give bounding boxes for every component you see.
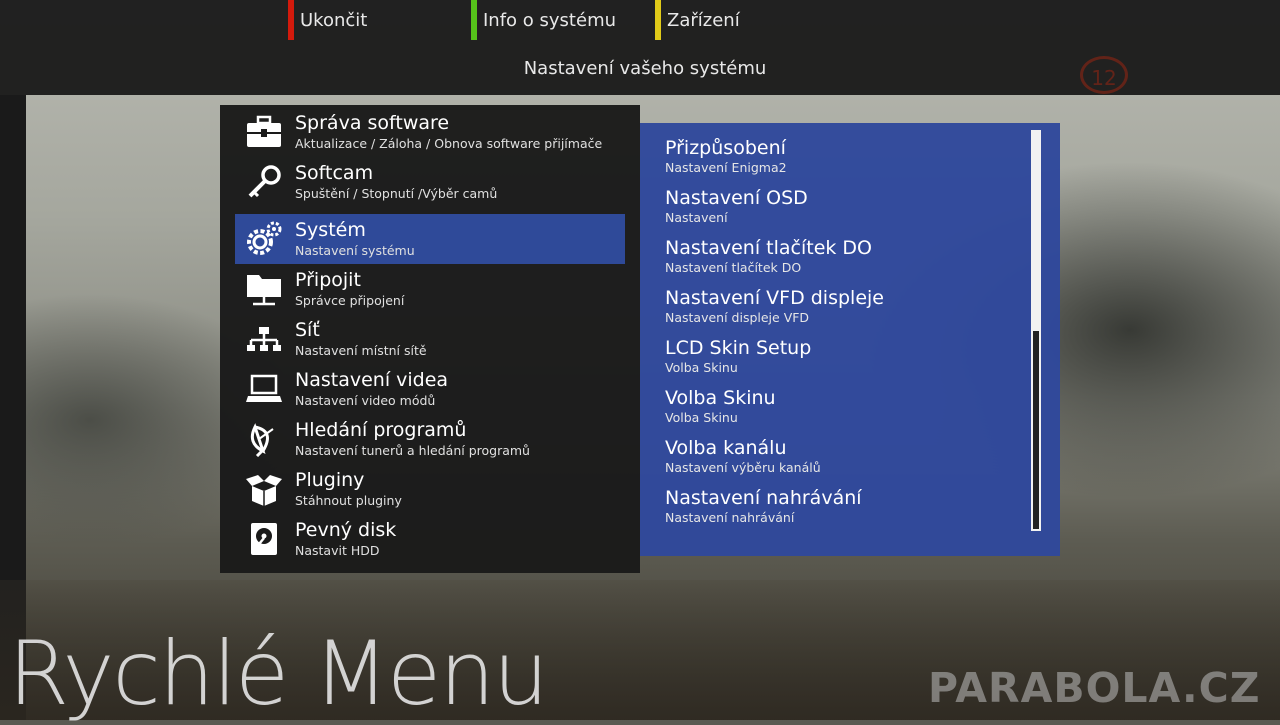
submenu-scrollbar[interactable] — [1031, 130, 1041, 531]
red-key-label: Ukončit — [300, 9, 368, 31]
submenu-item-title: Volba kanálu — [665, 437, 787, 459]
menu-item-software-management[interactable]: Správa software Aktualizace / Záloha / O… — [235, 107, 625, 157]
key-icon — [248, 165, 281, 198]
green-key-system-info[interactable]: Info o systému — [471, 0, 616, 40]
submenu-item-vfd-display[interactable]: Nastavení VFD displeje Nastavení displej… — [665, 273, 1025, 325]
submenu-item-recording-settings[interactable]: Nastavení nahrávání Nastavení nahrávání — [665, 473, 1025, 525]
menu-item-title: Připojit — [295, 269, 361, 291]
menu-item-subtitle: Aktualizace / Záloha / Obnova software p… — [295, 136, 603, 151]
submenu-item-title: Nastavení tlačítek DO — [665, 237, 873, 259]
main-menu-panel: Správa software Aktualizace / Záloha / O… — [220, 105, 640, 573]
menu-item-title: Systém — [295, 219, 366, 241]
channel-watermark: PARABOLA.CZ — [928, 664, 1261, 712]
menu-item-subtitle: Nastavení systému — [295, 243, 415, 258]
menu-item-title: Pevný disk — [295, 519, 397, 541]
submenu-item-lcd-skin[interactable]: LCD Skin Setup Volba Skinu — [665, 323, 1025, 375]
menu-item-hard-disk[interactable]: Pevný disk Nastavit HDD — [235, 514, 625, 564]
submenu-panel: Přizpůsobení Nastavení Enigma2 Nastavení… — [640, 123, 1060, 556]
network-icon — [247, 327, 281, 351]
menu-item-subtitle: Nastavení tunerů a hledání programů — [295, 443, 530, 458]
menu-item-title: Síť — [295, 319, 320, 341]
menu-item-title: Softcam — [295, 162, 374, 184]
green-key-stripe — [471, 0, 477, 40]
red-key-stripe — [288, 0, 294, 40]
submenu-item-customize[interactable]: Přizpůsobení Nastavení Enigma2 — [665, 123, 1025, 175]
menu-item-softcam[interactable]: Softcam Spuštění / Stopnutí /Výběr camů — [235, 157, 625, 207]
menu-item-plugins[interactable]: Pluginy Stáhnout pluginy — [235, 464, 625, 514]
gears-icon — [247, 221, 282, 255]
menu-item-mount[interactable]: Připojit Správce připojení — [235, 264, 625, 314]
submenu-item-remote-buttons[interactable]: Nastavení tlačítek DO Nastavení tlačítek… — [665, 223, 1025, 275]
menu-item-subtitle: Nastavení místní sítě — [295, 343, 427, 358]
submenu-item-subtitle: Nastavení nahrávání — [665, 510, 795, 525]
channel-number-badge: 12 — [1080, 56, 1128, 94]
menu-item-title: Správa software — [295, 112, 450, 134]
yellow-key-label: Zařízení — [667, 9, 740, 31]
menu-item-video-settings[interactable]: Nastavení videa Nastavení video módů — [235, 364, 625, 414]
open-box-icon — [246, 475, 282, 506]
submenu-item-skin-select[interactable]: Volba Skinu Volba Skinu — [665, 373, 1025, 425]
hard-disk-icon — [251, 523, 277, 555]
menu-item-subtitle: Správce připojení — [295, 293, 405, 308]
submenu-item-title: LCD Skin Setup — [665, 337, 812, 359]
submenu-item-channel-select[interactable]: Volba kanálu Nastavení výběru kanálů — [665, 423, 1025, 475]
green-key-label: Info o systému — [483, 9, 617, 31]
menu-item-title: Pluginy — [295, 469, 365, 491]
laptop-icon — [246, 374, 282, 402]
top-bar: Ukončit Info o systému Zařízení Nastaven… — [0, 0, 1280, 95]
toolbox-icon — [247, 115, 281, 147]
menu-item-subtitle: Spuštění / Stopnutí /Výběr camů — [295, 186, 498, 201]
submenu-scroll-thumb[interactable] — [1033, 132, 1039, 331]
menu-item-title: Nastavení videa — [295, 369, 449, 391]
submenu-item-title: Přizpůsobení — [665, 137, 786, 159]
yellow-key-devices[interactable]: Zařízení — [655, 0, 740, 40]
menu-item-subtitle: Nastavit HDD — [295, 543, 380, 558]
red-key-exit[interactable]: Ukončit — [288, 0, 367, 40]
network-folder-icon — [247, 275, 281, 306]
quick-menu-title: Rychlé Menu — [8, 622, 549, 725]
menu-item-title: Hledání programů — [295, 419, 467, 441]
menu-item-subtitle: Stáhnout pluginy — [295, 493, 402, 508]
menu-item-subtitle: Nastavení video módů — [295, 393, 436, 408]
menu-item-network[interactable]: Síť Nastavení místní sítě — [235, 314, 625, 364]
submenu-item-osd-settings[interactable]: Nastavení OSD Nastavení — [665, 173, 1025, 225]
submenu-item-title: Nastavení nahrávání — [665, 487, 862, 509]
submenu-item-title: Nastavení VFD displeje — [665, 287, 884, 309]
menu-item-system[interactable]: Systém Nastavení systému — [235, 214, 625, 264]
submenu-item-title: Volba Skinu — [665, 387, 776, 409]
menu-item-channel-search[interactable]: Hledání programů Nastavení tunerů a hled… — [235, 414, 625, 464]
yellow-key-stripe — [655, 0, 661, 40]
submenu-item-title: Nastavení OSD — [665, 187, 808, 209]
satellite-dish-icon — [250, 423, 274, 457]
